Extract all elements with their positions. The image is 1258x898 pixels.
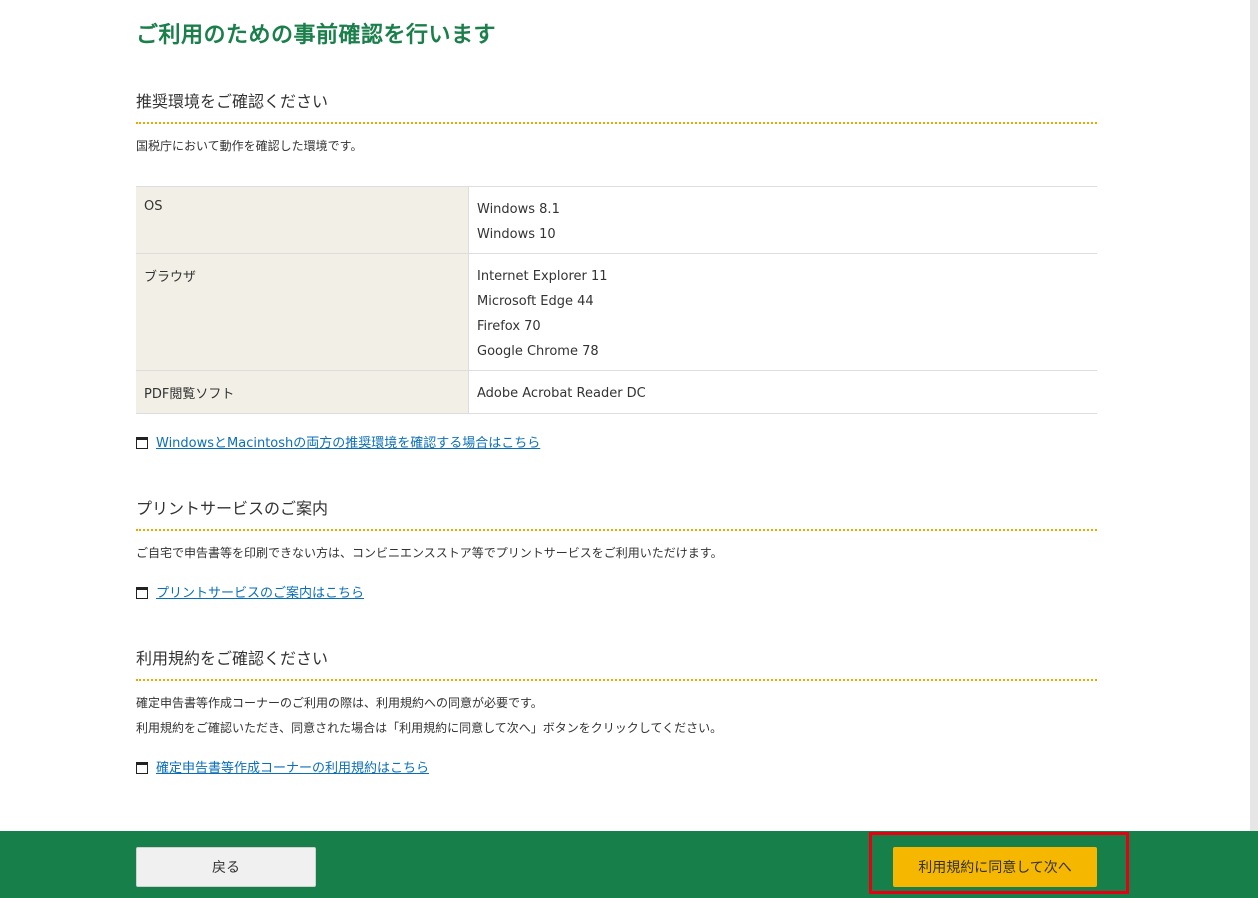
- table-value: Microsoft Edge 44: [477, 294, 594, 309]
- table-row: OS Windows 8.1 Windows 10: [136, 186, 1098, 254]
- page: ご利用のための事前確認を行います 推奨環境をご確認ください 国税庁において動作を…: [0, 0, 1258, 898]
- footer-action-bar: 戻る 利用規約に同意して次へ: [0, 831, 1258, 898]
- table-row: ブラウザ Internet Explorer 11 Microsoft Edge…: [136, 253, 1098, 371]
- env-link-line: WindowsとMacintoshの両方の推奨環境を確認する場合はこちら: [136, 432, 540, 451]
- terms-of-use-link[interactable]: 確定申告書等作成コーナーの利用規約はこちら: [156, 757, 429, 776]
- print-description: ご自宅で申告書等を印刷できない方は、コンビニエンスストア等でプリントサービスをご…: [136, 546, 723, 560]
- table-row: PDF閲覧ソフト Adobe Acrobat Reader DC: [136, 370, 1098, 414]
- print-service-link[interactable]: プリントサービスのご案内はこちら: [156, 582, 364, 601]
- back-button[interactable]: 戻る: [136, 847, 316, 887]
- print-link-line: プリントサービスのご案内はこちら: [136, 582, 364, 601]
- table-value: Internet Explorer 11: [477, 269, 608, 284]
- table-value: Adobe Acrobat Reader DC: [477, 386, 646, 401]
- new-window-icon: [136, 586, 148, 599]
- table-row-values-pdf: Adobe Acrobat Reader DC: [469, 371, 1098, 414]
- table-row-values-browser: Internet Explorer 11 Microsoft Edge 44 F…: [469, 254, 1098, 371]
- table-row-label-os: OS: [136, 186, 469, 254]
- terms-description-line1: 確定申告書等作成コーナーのご利用の際は、利用規約への同意が必要です。: [136, 696, 543, 710]
- table-value: Google Chrome 78: [477, 344, 599, 359]
- table-row-values-os: Windows 8.1 Windows 10: [469, 187, 1098, 254]
- env-section-heading: 推奨環境をご確認ください: [136, 88, 1097, 124]
- print-section-heading: プリントサービスのご案内: [136, 495, 1097, 531]
- page-title: ご利用のための事前確認を行います: [136, 23, 497, 48]
- table-value: Windows 10: [477, 227, 556, 242]
- table-row-label-browser: ブラウザ: [136, 253, 469, 371]
- agree-and-next-button[interactable]: 利用規約に同意して次へ: [893, 847, 1097, 887]
- new-window-icon: [136, 436, 148, 449]
- scrollbar-thumb[interactable]: [1250, 0, 1258, 831]
- scrollbar-track[interactable]: [1250, 0, 1258, 831]
- table-value: Firefox 70: [477, 319, 541, 334]
- terms-description-line2: 利用規約をご確認いただき、同意された場合は「利用規約に同意して次へ」ボタンをクリ…: [136, 721, 723, 735]
- env-description: 国税庁において動作を確認した環境です。: [136, 139, 363, 153]
- table-row-label-pdf: PDF閲覧ソフト: [136, 370, 469, 414]
- table-value: Windows 8.1: [477, 202, 560, 217]
- env-both-platforms-link[interactable]: WindowsとMacintoshの両方の推奨環境を確認する場合はこちら: [156, 432, 540, 451]
- terms-section-heading: 利用規約をご確認ください: [136, 645, 1097, 681]
- env-table: OS Windows 8.1 Windows 10 ブラウザ Internet …: [136, 186, 1097, 414]
- terms-link-line: 確定申告書等作成コーナーの利用規約はこちら: [136, 757, 429, 776]
- new-window-icon: [136, 761, 148, 774]
